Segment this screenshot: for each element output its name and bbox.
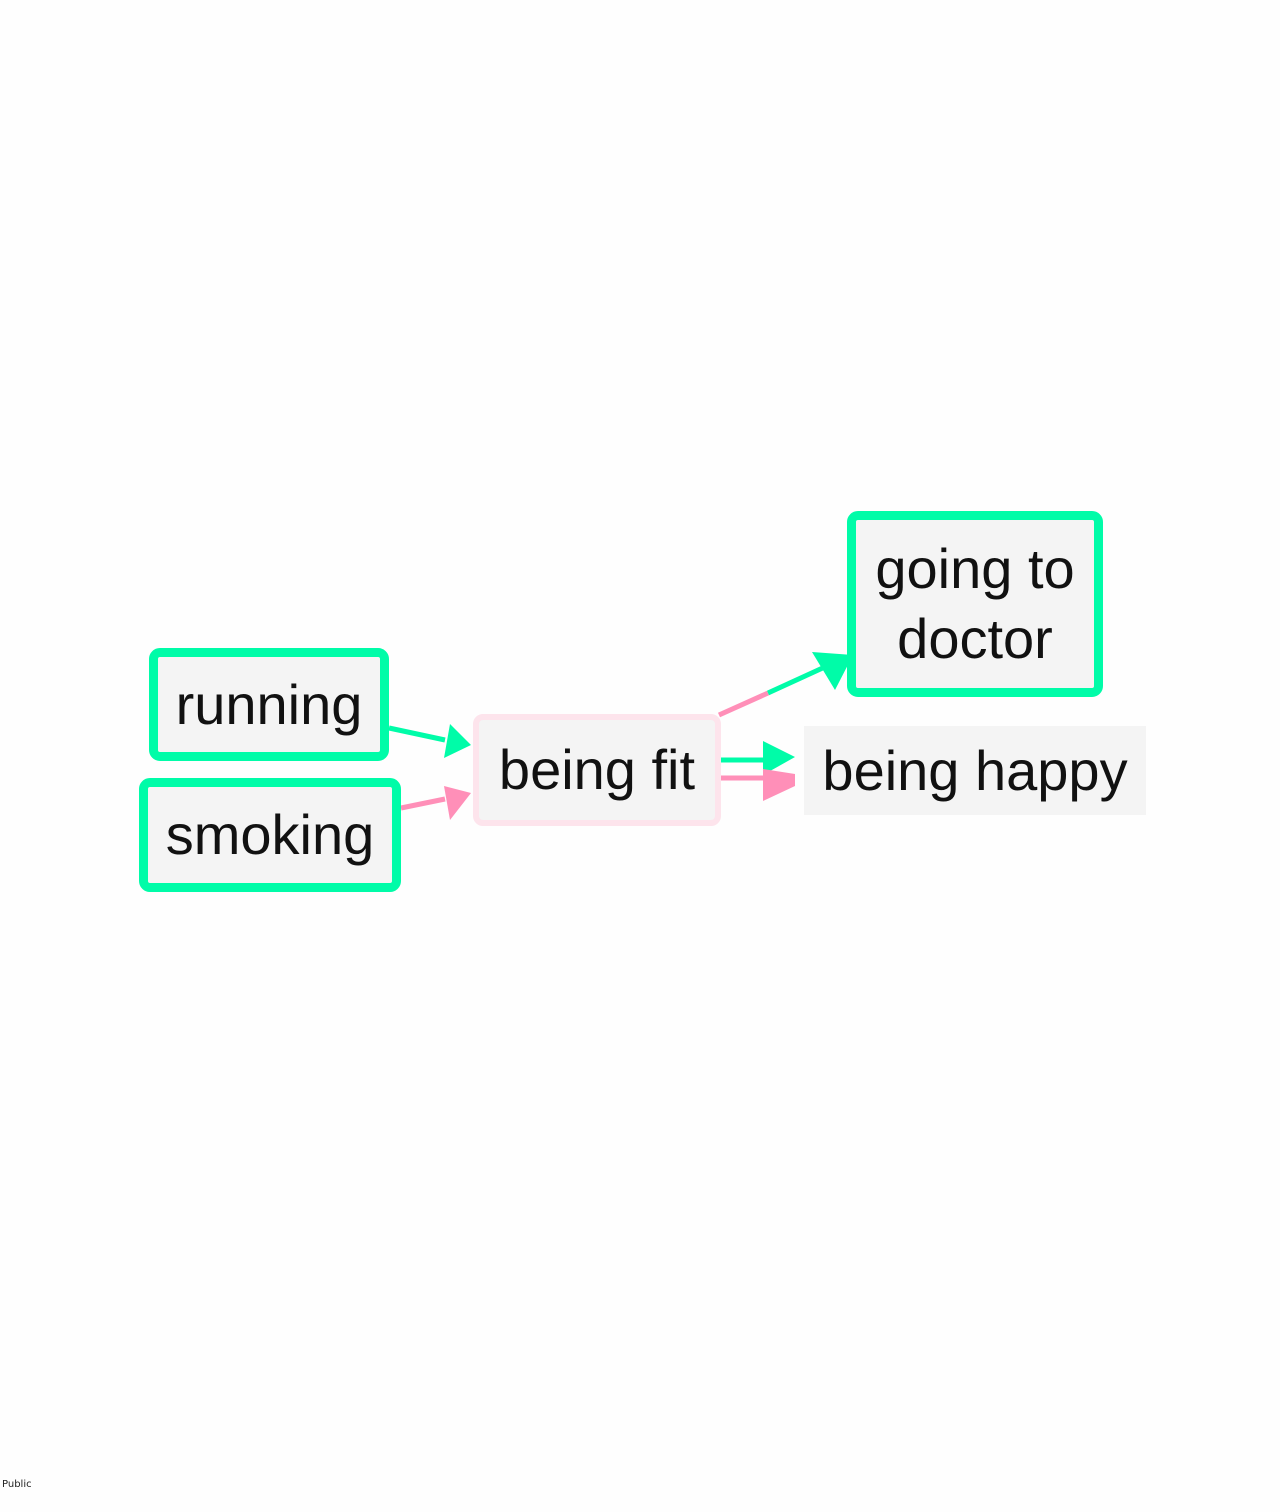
node-going-to-doctor[interactable]: going to doctor [847, 511, 1103, 697]
node-label: going to doctor [875, 534, 1074, 674]
arrowhead-pink [763, 769, 795, 801]
node-label: being fit [498, 738, 696, 801]
edge-being-fit-to-going-to-doctor [717, 652, 853, 718]
edge-being-fit-to-being-happy-positive [721, 741, 795, 775]
node-label: running [175, 672, 363, 736]
node-label-line: going to [875, 537, 1075, 600]
edge-running-to-being-fit [388, 724, 471, 758]
arrowhead-pink [444, 786, 471, 820]
node-being-fit[interactable]: being fit [473, 714, 721, 826]
node-running[interactable]: running [149, 648, 389, 761]
node-being-happy[interactable]: being happy [804, 726, 1146, 815]
node-label-line: doctor [897, 607, 1053, 670]
edge-smoking-to-being-fit [400, 786, 471, 820]
edge-being-fit-to-being-happy-negative [721, 769, 795, 801]
node-smoking[interactable]: smoking [139, 778, 401, 892]
node-label: smoking [165, 803, 375, 866]
classification-label: Public [2, 1479, 32, 1490]
node-label: being happy [822, 738, 1128, 802]
arrowhead-green [444, 724, 471, 758]
